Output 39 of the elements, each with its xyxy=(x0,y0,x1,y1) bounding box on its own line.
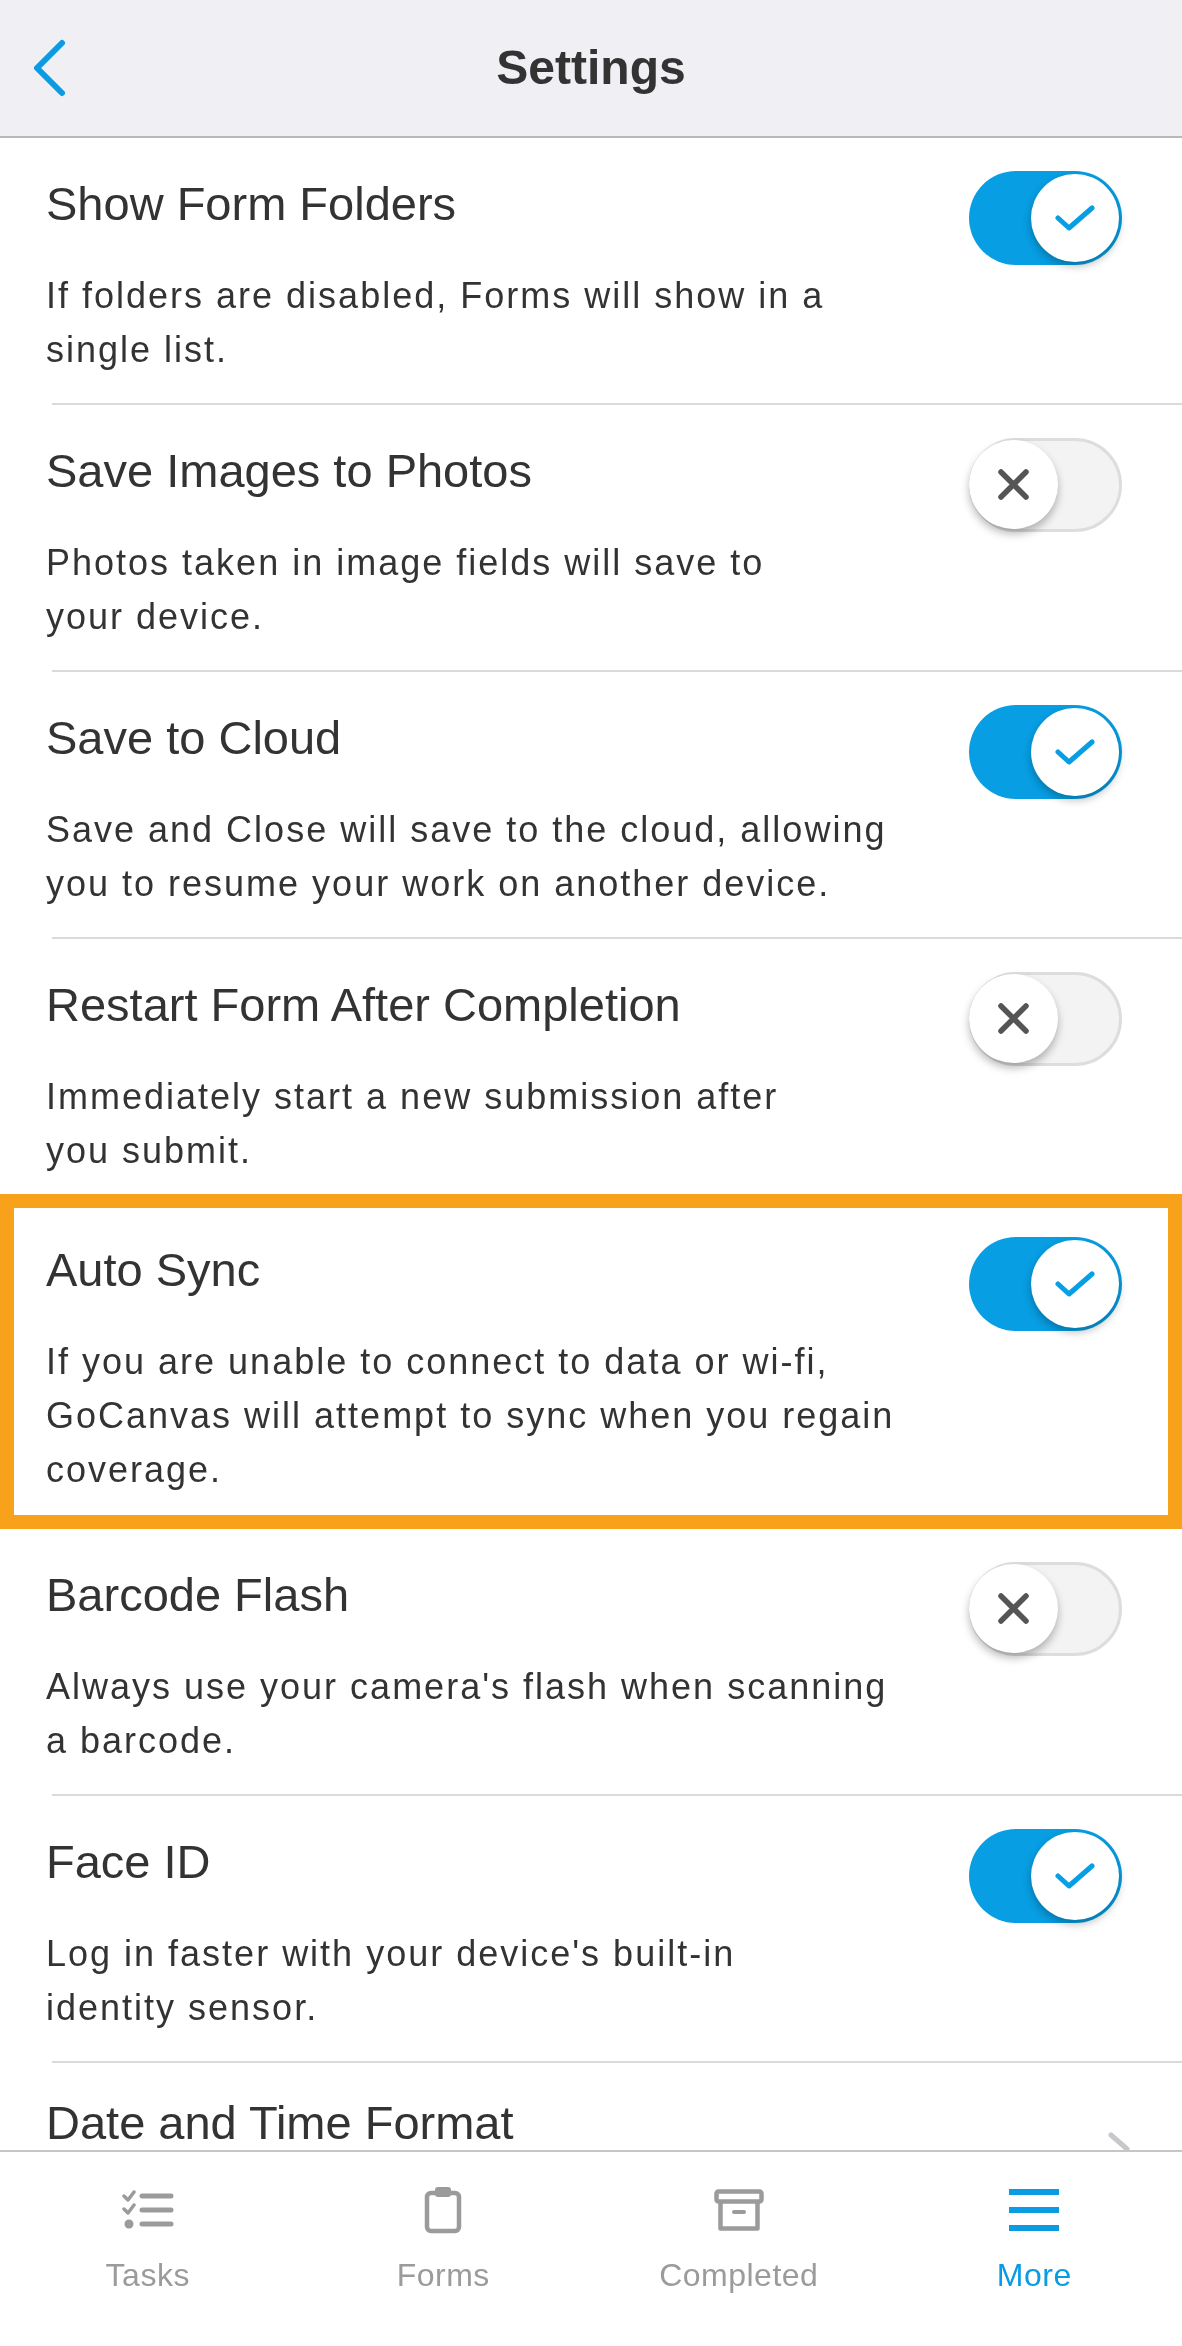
check-icon xyxy=(1055,1862,1095,1890)
setting-description: If folders are disabled, Forms will show in a single list. xyxy=(46,274,826,372)
clipboard-icon xyxy=(424,2186,463,2234)
toggle-switch[interactable] xyxy=(969,705,1122,799)
chevron-left-icon xyxy=(31,39,67,97)
tab-bar-item[interactable]: Tasks xyxy=(0,2152,296,2346)
setting-title: Barcode Flash xyxy=(46,1568,351,1622)
tab-bar-item[interactable]: More xyxy=(886,2152,1182,2346)
tab-bar-item[interactable]: Forms xyxy=(295,2152,591,2346)
setting-description: If you are unable to connect to data or wi-fi, GoCanvas will attempt to sync when you regain coverage. xyxy=(46,1340,896,1492)
setting-title: Restart Form After Completion xyxy=(46,978,682,1032)
tab-bar-item[interactable]: Completed xyxy=(591,2152,887,2346)
check-icon xyxy=(1055,738,1095,766)
menu-icon xyxy=(1009,2188,1060,2232)
setting-title[interactable]: Date and Time Format xyxy=(46,2099,1108,2147)
setting-title: Show Form Folders xyxy=(46,177,458,231)
setting-description: Photos taken in image fields will save to your device. xyxy=(46,541,766,639)
toggle-switch[interactable] xyxy=(969,972,1122,1066)
setting-description: Immediately start a new submission after you submit. xyxy=(46,1075,780,1173)
toggle-switch[interactable] xyxy=(969,438,1122,532)
x-icon xyxy=(998,1593,1029,1624)
toggle-switch[interactable] xyxy=(969,1237,1122,1331)
check-icon xyxy=(1055,204,1095,232)
toggle-switch[interactable] xyxy=(969,1562,1122,1656)
setting-title: Save Images to Photos xyxy=(46,444,533,498)
setting-description: Save and Close will save to the cloud, allowing you to resume your work on another device. xyxy=(46,808,888,906)
x-icon xyxy=(998,469,1029,500)
checklist-icon xyxy=(121,2190,174,2230)
x-icon xyxy=(998,1003,1029,1034)
setting-description: Always use your camera's flash when scanning a barcode. xyxy=(46,1665,889,1763)
toggle-switch[interactable] xyxy=(969,1829,1122,1923)
setting-description: Log in faster with your device's built-in identity sensor. xyxy=(46,1932,737,2030)
archive-box-icon xyxy=(713,2189,764,2231)
toggle-switch[interactable] xyxy=(969,171,1122,265)
check-icon xyxy=(1055,1270,1095,1298)
page-title: Settings xyxy=(496,40,686,96)
setting-title: Auto Sync xyxy=(46,1243,262,1297)
setting-title: Save to Cloud xyxy=(46,711,343,765)
setting-title: Face ID xyxy=(46,1835,212,1889)
